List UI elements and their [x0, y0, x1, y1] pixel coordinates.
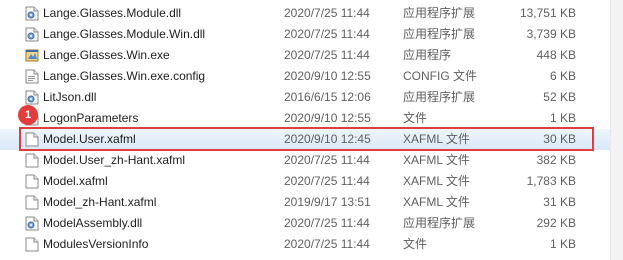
file-size: 31 KB [543, 195, 576, 209]
file-type: 应用程序扩展 [403, 90, 476, 104]
file-size: 3,739 KB [526, 27, 576, 41]
file-type: 文件 [403, 237, 428, 251]
file-type: XAFML 文件 [403, 153, 470, 167]
file-name: ModelAssembly.dll [43, 216, 143, 230]
dll-icon [25, 216, 39, 231]
file-name: LogonParameters [43, 111, 139, 125]
annotation-marker: 1 [18, 105, 38, 125]
file-type: 文件 [403, 111, 428, 125]
file-size: 30 KB [543, 132, 576, 146]
dll-icon [25, 27, 39, 42]
file-type: XAFML 文件 [403, 132, 470, 146]
file-size: 1 KB [549, 111, 576, 125]
file-size: 6 KB [549, 69, 576, 83]
file-name: Lange.Glasses.Module.dll [43, 6, 182, 20]
config-file-icon [25, 69, 39, 84]
vertical-scrollbar[interactable] [610, 0, 623, 260]
file-name: LitJson.dll [43, 90, 97, 104]
file-type: 应用程序扩展 [403, 6, 476, 20]
file-date-modified: 2016/6/15 12:06 [284, 90, 371, 104]
file-date-modified: 2020/7/25 11:44 [284, 237, 370, 251]
file-name: Model.User.xafml [43, 132, 136, 146]
file-date-modified: 2020/9/10 12:55 [284, 111, 371, 125]
file-icon [25, 153, 39, 168]
file-row[interactable]: Lange.Glasses.Module.Win.dll 2020/7/25 11… [0, 24, 611, 45]
exe-icon [25, 48, 39, 63]
file-date-modified: 2020/7/25 11:44 [284, 174, 370, 188]
file-row[interactable]: Lange.Glasses.Win.exe 2020/7/25 11:44 应用程序… [0, 45, 611, 66]
file-name: ModulesVersionInfo [43, 237, 149, 251]
file-name: Lange.Glasses.Win.exe [43, 48, 170, 62]
file-row[interactable]: Model.User_zh-Hant.xafml 2020/7/25 11:44 X… [0, 150, 611, 171]
file-size: 292 KB [536, 216, 576, 230]
file-icon [25, 237, 39, 252]
file-type: 应用程序扩展 [403, 27, 476, 41]
file-type: XAFML 文件 [403, 174, 470, 188]
file-name: Model.xafml [43, 174, 108, 188]
file-name: Model.User_zh-Hant.xafml [43, 153, 186, 167]
file-row[interactable]: Model.User.xafml 2020/9/10 12:45 XAFML 文件 3… [0, 129, 611, 150]
file-row[interactable]: LogonParameters 2020/9/10 12:55 文件 1 KB [0, 108, 611, 129]
dll-icon [25, 6, 39, 21]
file-name: Model_zh-Hant.xafml [43, 195, 157, 209]
file-size: 1,783 KB [526, 174, 576, 188]
file-date-modified: 2019/9/17 13:51 [284, 195, 371, 209]
file-size: 13,751 KB [519, 6, 576, 20]
file-size: 382 KB [536, 153, 576, 167]
file-row[interactable]: Model_zh-Hant.xafml 2019/9/17 13:51 XAFML … [0, 192, 611, 213]
file-type: 应用程序 [403, 48, 452, 62]
file-row[interactable]: ModulesVersionInfo 2020/7/25 11:44 文件 1 KB [0, 234, 611, 255]
file-row[interactable]: Lange.Glasses.Win.exe.config 2020/9/10 12… [0, 66, 611, 87]
file-type: 应用程序扩展 [403, 216, 476, 230]
file-name: Lange.Glasses.Module.Win.dll [43, 27, 206, 41]
file-row[interactable]: Model.xafml 2020/7/25 11:44 XAFML 文件 1,783 … [0, 171, 611, 192]
file-type: XAFML 文件 [403, 195, 470, 209]
file-date-modified: 2020/7/25 11:44 [284, 27, 370, 41]
file-date-modified: 2020/9/10 12:55 [284, 69, 371, 83]
file-date-modified: 2020/7/25 11:44 [284, 48, 370, 62]
file-date-modified: 2020/7/25 11:44 [284, 216, 370, 230]
file-date-modified: 2020/9/10 12:45 [284, 132, 371, 146]
file-icon [25, 132, 39, 147]
file-row[interactable]: LitJson.dll 2016/6/15 12:06 应用程序扩展 52 KB [0, 87, 611, 108]
file-size: 52 KB [543, 90, 576, 104]
file-icon [25, 195, 39, 210]
file-icon [25, 174, 39, 189]
file-date-modified: 2020/7/25 11:44 [284, 6, 370, 20]
file-type: CONFIG 文件 [403, 69, 477, 83]
file-size: 1 KB [549, 237, 576, 251]
file-name: Lange.Glasses.Win.exe.config [43, 69, 206, 83]
file-date-modified: 2020/7/25 11:44 [284, 153, 370, 167]
file-row[interactable]: ModelAssembly.dll 2020/7/25 11:44 应用程序扩展 29… [0, 213, 611, 234]
file-size: 448 KB [536, 48, 576, 62]
file-row[interactable]: Lange.Glasses.Module.dll 2020/7/25 11:44 应… [0, 3, 611, 24]
dll-icon [25, 90, 39, 105]
